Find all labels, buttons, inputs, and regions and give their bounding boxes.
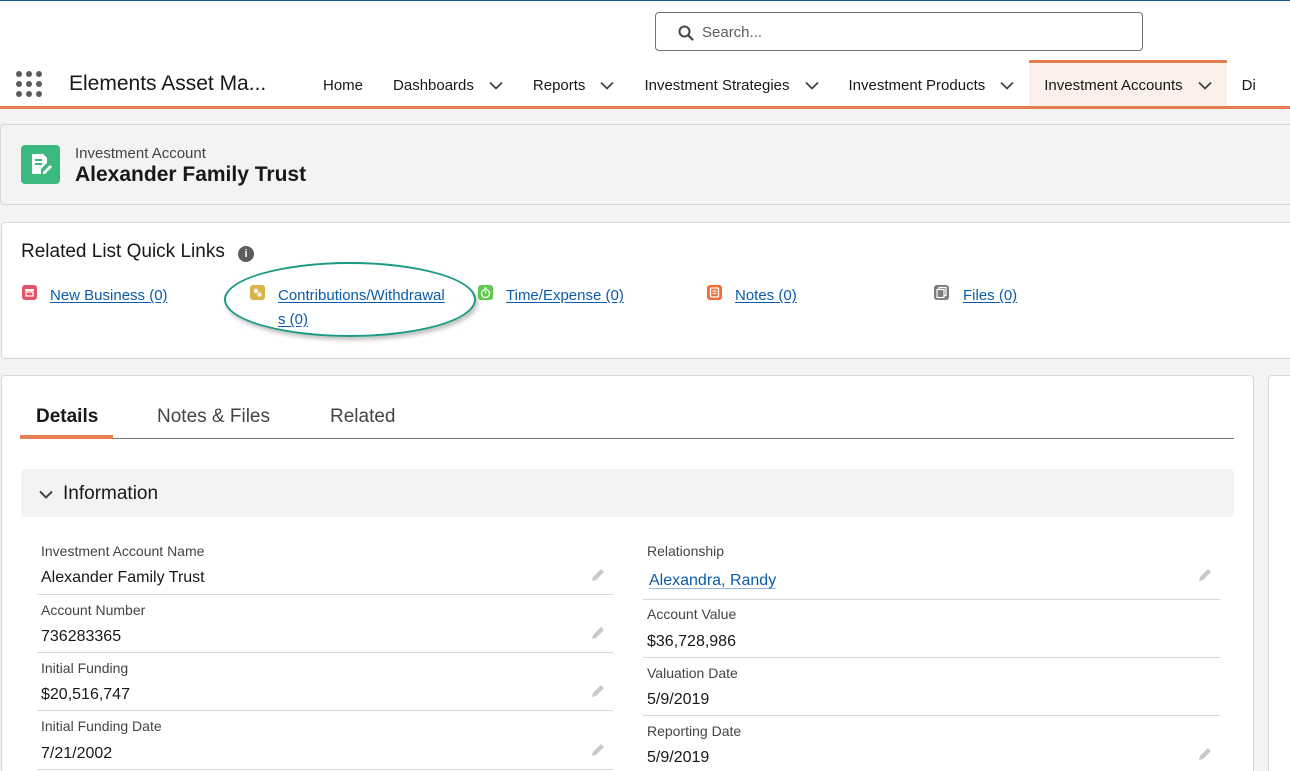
field-value: Alexander Family Trust — [41, 569, 205, 586]
chevron-down-icon[interactable] — [489, 81, 503, 90]
relationship-link[interactable]: Alexandra, Randy — [649, 572, 776, 590]
contributions-icon — [250, 285, 265, 300]
record-title: Alexander Family Trust — [75, 163, 307, 186]
active-tab-indicator — [20, 435, 113, 439]
chevron-down-icon[interactable] — [1000, 81, 1014, 90]
field-account-number: Account Number 736283365 — [37, 599, 613, 653]
section-header-information[interactable]: Information — [21, 469, 1234, 517]
field-reporting-date: Reporting Date 5/9/2019 — [643, 720, 1220, 771]
note-icon — [707, 285, 722, 300]
global-search[interactable] — [655, 12, 1143, 51]
tab-details[interactable]: Details — [36, 406, 98, 428]
field-initial-funding: Initial Funding $20,516,747 — [37, 657, 613, 711]
nav-item-investment-strategies[interactable]: Investment Strategies — [629, 62, 833, 108]
files-icon — [934, 285, 949, 300]
field-label: Relationship — [647, 543, 725, 559]
nav-bar-accent-border — [0, 106, 1290, 109]
tab-related[interactable]: Related — [330, 406, 396, 428]
stopwatch-icon — [478, 285, 493, 300]
nav-label: Investment Strategies — [644, 76, 790, 94]
nav-label: Di — [1241, 76, 1256, 94]
nav-label: Reports — [532, 76, 586, 94]
field-relationship: Relationship Alexandra, Randy — [643, 540, 1220, 600]
pencil-edit-icon[interactable] — [1197, 746, 1213, 762]
app-launcher-icon[interactable] — [16, 71, 42, 97]
nav-label: Investment Accounts — [1044, 77, 1183, 94]
field-label: Initial Funding — [41, 660, 129, 676]
app-name: Elements Asset Ma... — [69, 72, 267, 95]
quick-link-contributions-withdrawals[interactable]: Contributions/Withdrawal s (0) — [278, 284, 468, 332]
quick-link-notes[interactable]: Notes (0) — [735, 284, 797, 308]
section-title: Information — [63, 483, 159, 504]
new-business-icon — [22, 285, 37, 300]
field-value: 5/9/2019 — [647, 691, 710, 708]
document-edit-icon — [32, 154, 52, 174]
nav-item-reports[interactable]: Reports — [518, 62, 630, 108]
tab-notes-files[interactable]: Notes & Files — [157, 406, 270, 428]
quick-link-label-line1: Contributions/Withdrawal — [278, 287, 445, 304]
nav-item-investment-products[interactable]: Investment Products — [834, 62, 1030, 108]
nav-item-investment-accounts[interactable]: Investment Accounts — [1029, 60, 1227, 108]
record-object-label: Investment Account — [75, 145, 206, 162]
nav-bar: Home Dashboards Reports Investment Strat… — [308, 60, 1271, 108]
field-investment-account-name: Investment Account Name Alexander Family… — [37, 540, 613, 595]
nav-label: Dashboards — [393, 76, 474, 94]
field-value: $36,728,986 — [647, 633, 736, 650]
field-label: Initial Funding Date — [41, 718, 162, 734]
field-initial-funding-date: Initial Funding Date 7/21/2002 — [37, 715, 613, 770]
quick-links-title: Related List Quick Links — [21, 241, 225, 262]
field-label: Valuation Date — [647, 665, 738, 681]
pencil-edit-icon[interactable] — [590, 625, 606, 641]
record-icon — [21, 145, 60, 184]
info-icon[interactable]: i — [238, 246, 254, 262]
field-value: 7/21/2002 — [41, 745, 113, 762]
pencil-edit-icon[interactable] — [590, 567, 606, 583]
pencil-edit-icon[interactable] — [590, 742, 606, 758]
quick-link-new-business[interactable]: New Business (0) — [50, 284, 168, 308]
pencil-edit-icon[interactable] — [1197, 567, 1213, 583]
quick-link-files[interactable]: Files (0) — [963, 284, 1017, 308]
quick-link-time-expense[interactable]: Time/Expense (0) — [506, 284, 624, 308]
field-value: 5/9/2019 — [647, 749, 710, 766]
nav-label: Investment Products — [848, 76, 986, 94]
search-input[interactable] — [702, 21, 1122, 43]
chevron-down-icon[interactable] — [600, 81, 615, 90]
field-valuation-date: Valuation Date 5/9/2019 — [643, 662, 1220, 716]
field-account-value: Account Value $36,728,986 — [643, 603, 1220, 658]
nav-item-home[interactable]: Home — [308, 62, 378, 108]
chevron-down-icon[interactable] — [804, 81, 819, 90]
field-label: Investment Account Name — [41, 543, 205, 559]
field-label: Account Number — [41, 602, 146, 618]
quick-link-label-line2: s (0) — [278, 311, 308, 328]
field-value: $20,516,747 — [41, 686, 130, 703]
side-panel-card — [1268, 375, 1290, 771]
chevron-down-icon[interactable] — [1198, 81, 1212, 90]
pencil-edit-icon[interactable] — [590, 683, 606, 699]
field-value: 736283365 — [41, 628, 122, 645]
search-icon — [678, 25, 694, 41]
chevron-down-icon — [39, 490, 53, 499]
nav-label: Home — [323, 76, 364, 94]
record-tabs: Details Notes & Files Related — [20, 395, 1234, 439]
field-label: Reporting Date — [647, 723, 742, 739]
nav-item-overflow[interactable]: Di — [1227, 62, 1271, 108]
field-label: Account Value — [647, 606, 737, 622]
nav-item-dashboards[interactable]: Dashboards — [378, 62, 518, 108]
